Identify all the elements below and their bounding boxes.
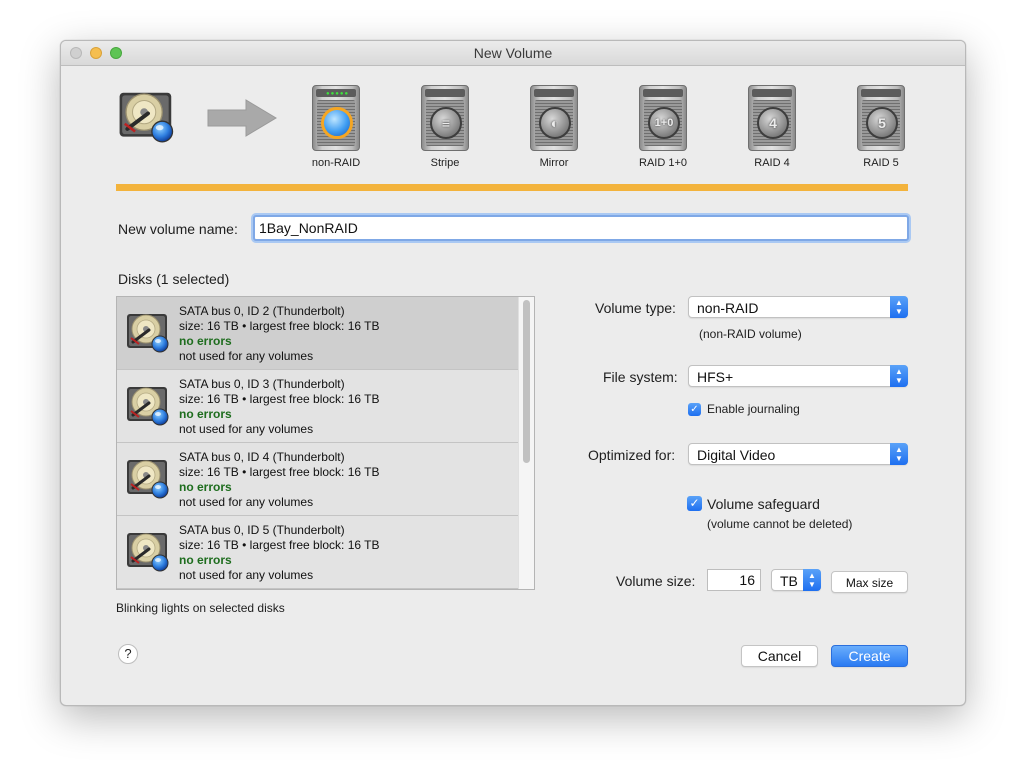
raid-enclosure-icon: ●●●●● bbox=[312, 85, 360, 151]
volume-type-value: non-RAID bbox=[697, 300, 759, 316]
create-button[interactable]: Create bbox=[831, 645, 908, 667]
raid-option-stripe[interactable]: ≡ Stripe bbox=[400, 83, 490, 173]
volume-type-label: Volume type: bbox=[595, 300, 676, 316]
raid-option-raid10[interactable]: 1+0 RAID 1+0 bbox=[618, 83, 708, 173]
volume-name-label: New volume name: bbox=[118, 221, 238, 237]
raid-enclosure-icon: 1+0 bbox=[639, 85, 687, 151]
raid5-icon: 5 bbox=[866, 107, 898, 139]
raid-enclosure-icon: ≡ bbox=[421, 85, 469, 151]
hard-disk-icon bbox=[125, 308, 173, 356]
chevron-up-down-icon: ▲ ▼ bbox=[890, 365, 908, 387]
hard-disk-icon bbox=[114, 85, 182, 147]
raid-option-raid5[interactable]: 5 RAID 5 bbox=[836, 83, 926, 173]
optimized-for-label: Optimized for: bbox=[588, 447, 676, 463]
disk-size: size: 16 TB • largest free block: 16 TB bbox=[179, 538, 380, 552]
file-system-label: File system: bbox=[603, 369, 678, 385]
volume-size-label: Volume size: bbox=[616, 573, 696, 589]
disk-status: no errors bbox=[179, 553, 232, 567]
hard-disk-icon bbox=[125, 381, 173, 429]
disk-size: size: 16 TB • largest free block: 16 TB bbox=[179, 392, 380, 406]
raid-option-label: non-RAID bbox=[311, 157, 361, 169]
disk-title: SATA bus 0, ID 5 (Thunderbolt) bbox=[179, 523, 345, 537]
journaling-checkbox[interactable]: ✓ bbox=[688, 403, 701, 416]
volume-name-input[interactable]: 1Bay_NonRAID bbox=[253, 215, 909, 241]
new-volume-window: New Volume ●●●●● non-RAID ≡ Stripe ◐ Mir… bbox=[60, 40, 966, 706]
title-bar: New Volume bbox=[61, 41, 965, 66]
raid-badge-icon bbox=[321, 107, 353, 139]
raid-option-label: Stripe bbox=[430, 157, 460, 169]
size-unit-popup[interactable]: TB ▲ ▼ bbox=[771, 569, 821, 591]
disk-status: no errors bbox=[179, 407, 232, 421]
volume-size-input[interactable]: 16 bbox=[707, 569, 761, 591]
chevron-up-down-icon: ▲ ▼ bbox=[890, 443, 908, 465]
raid-option-non-raid[interactable]: ●●●●● non-RAID bbox=[291, 83, 381, 173]
volume-type-note: (non-RAID volume) bbox=[699, 327, 802, 341]
window-title: New Volume bbox=[473, 45, 553, 61]
chevron-up-down-icon: ▲ ▼ bbox=[890, 296, 908, 318]
help-button[interactable]: ? bbox=[118, 644, 138, 664]
disk-row[interactable]: SATA bus 0, ID 5 (Thunderbolt) size: 16 … bbox=[117, 516, 519, 589]
disk-size: size: 16 TB • largest free block: 16 TB bbox=[179, 319, 380, 333]
safeguard-note: (volume cannot be deleted) bbox=[707, 517, 853, 531]
safeguard-checkbox[interactable]: ✓ bbox=[687, 496, 702, 511]
disk-title: SATA bus 0, ID 2 (Thunderbolt) bbox=[179, 304, 345, 318]
raid-option-mirror[interactable]: ◐ Mirror bbox=[509, 83, 599, 173]
raid-option-label: RAID 5 bbox=[863, 157, 899, 169]
disk-usage: not used for any volumes bbox=[179, 422, 314, 436]
raid-option-label: RAID 1+0 bbox=[639, 157, 687, 169]
max-size-button[interactable]: Max size bbox=[831, 571, 908, 593]
disk-row[interactable]: SATA bus 0, ID 3 (Thunderbolt) size: 16 … bbox=[117, 370, 519, 443]
raid-option-label: Mirror bbox=[539, 157, 569, 169]
hard-disk-icon bbox=[125, 527, 173, 575]
raid-enclosure-icon: ◐ bbox=[530, 85, 578, 151]
hard-disk-icon bbox=[125, 454, 173, 502]
disks-footer: Blinking lights on selected disks bbox=[116, 601, 285, 615]
disk-list[interactable]: SATA bus 0, ID 2 (Thunderbolt) size: 16 … bbox=[116, 296, 535, 590]
raid-option-label: RAID 4 bbox=[754, 157, 790, 169]
journaling-label: Enable journaling bbox=[707, 402, 800, 416]
disk-usage: not used for any volumes bbox=[179, 495, 314, 509]
volume-type-popup[interactable]: non-RAID ▲ ▼ bbox=[688, 296, 908, 318]
raid4-icon: 4 bbox=[757, 107, 789, 139]
disk-size: size: 16 TB • largest free block: 16 TB bbox=[179, 465, 380, 479]
raid-enclosure-icon: 4 bbox=[748, 85, 796, 151]
disk-usage: not used for any volumes bbox=[179, 349, 314, 363]
scroll-thumb[interactable] bbox=[523, 300, 530, 463]
disk-title: SATA bus 0, ID 3 (Thunderbolt) bbox=[179, 377, 345, 391]
cancel-button[interactable]: Cancel bbox=[741, 645, 818, 667]
right-arrow-icon bbox=[207, 99, 277, 137]
file-system-popup[interactable]: HFS+ ▲ ▼ bbox=[688, 365, 908, 387]
file-system-value: HFS+ bbox=[697, 369, 734, 385]
stripe-icon: ≡ bbox=[430, 107, 462, 139]
optimized-for-popup[interactable]: Digital Video ▲ ▼ bbox=[688, 443, 908, 465]
disk-row[interactable]: SATA bus 0, ID 2 (Thunderbolt) size: 16 … bbox=[117, 297, 519, 370]
optimized-for-value: Digital Video bbox=[697, 447, 776, 463]
disk-row[interactable]: SATA bus 0, ID 4 (Thunderbolt) size: 16 … bbox=[117, 443, 519, 516]
progress-bar bbox=[116, 184, 908, 191]
mirror-icon: ◐ bbox=[539, 107, 571, 139]
disk-title: SATA bus 0, ID 4 (Thunderbolt) bbox=[179, 450, 345, 464]
disk-list-scrollbar[interactable] bbox=[518, 297, 534, 589]
disks-header: Disks (1 selected) bbox=[118, 271, 230, 287]
disk-status: no errors bbox=[179, 334, 232, 348]
chevron-up-down-icon: ▲ ▼ bbox=[803, 569, 821, 591]
disk-status: no errors bbox=[179, 480, 232, 494]
raid-enclosure-icon: 5 bbox=[857, 85, 905, 151]
raid-option-raid4[interactable]: 4 RAID 4 bbox=[727, 83, 817, 173]
size-unit-value: TB bbox=[780, 573, 798, 589]
raid10-icon: 1+0 bbox=[648, 107, 680, 139]
safeguard-label: Volume safeguard bbox=[707, 496, 820, 512]
disk-usage: not used for any volumes bbox=[179, 568, 314, 582]
